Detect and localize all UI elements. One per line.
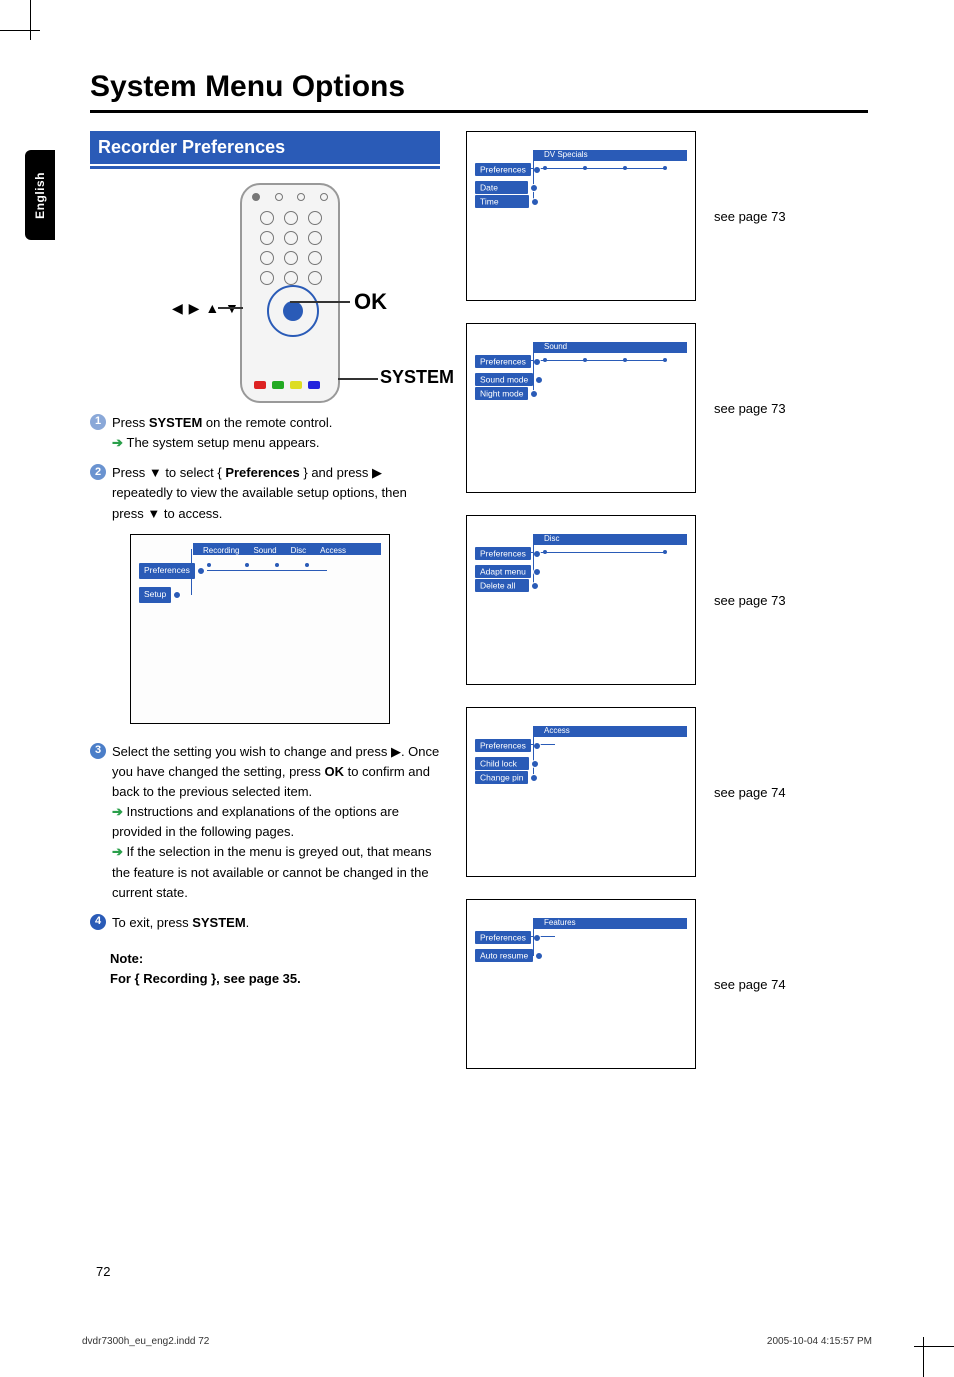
- menu-item: Preferences: [475, 163, 531, 176]
- see-page-ref: see page 73: [714, 401, 786, 416]
- crop-mark: [0, 30, 40, 31]
- page-number: 72: [96, 1264, 110, 1279]
- step-text-bold: OK: [324, 764, 344, 779]
- step-text-bold: SYSTEM: [149, 415, 202, 430]
- menu-tab: Access: [320, 545, 346, 557]
- remote-body: [240, 183, 340, 403]
- menu-item: Preferences: [475, 739, 531, 752]
- step-4: 4 To exit, press SYSTEM.: [90, 913, 440, 933]
- footer: dvdr7300h_eu_eng2.indd 72 2005-10-04 4:1…: [82, 1336, 872, 1347]
- arrow-icon: ➔: [112, 844, 127, 859]
- menu-subitem: Time: [475, 195, 529, 208]
- menu-tab: Access: [541, 726, 573, 735]
- leader-line: [218, 307, 243, 309]
- menu-preview-dvspecials: DV Specials Preferences Date Time: [466, 131, 696, 301]
- arrow-icon: ➔: [112, 435, 127, 450]
- menu-tab: Sound: [253, 545, 276, 557]
- see-page-ref: see page 73: [714, 593, 786, 608]
- step-3: 3 Select the setting you wish to change …: [90, 742, 440, 903]
- menu-item: Setup: [139, 587, 171, 603]
- system-label: SYSTEM: [380, 367, 454, 388]
- leader-line: [338, 378, 378, 380]
- step-text-bold: SYSTEM: [192, 915, 245, 930]
- note-block: Note: For { Recording }, see page 35.: [110, 949, 440, 989]
- menu-subitem: Child lock: [475, 757, 529, 770]
- menu-subitem: Sound mode: [475, 373, 533, 386]
- step-1: 1 Press SYSTEM on the remote control. ➔ …: [90, 413, 440, 453]
- menu-item: Preferences: [139, 563, 195, 579]
- step-sub: The system setup menu appears.: [127, 435, 320, 450]
- menu-preview-sound: Sound Preferences Sound mode Night mode: [466, 323, 696, 493]
- crop-mark: [30, 0, 31, 40]
- step-text: To exit, press: [112, 915, 192, 930]
- menu-item: Preferences: [475, 547, 531, 560]
- menu-item: Preferences: [475, 355, 531, 368]
- note-text: For { Recording }, see page 35.: [110, 969, 440, 989]
- menu-preview-block: Disc Preferences Adapt menu Delete all s…: [466, 515, 868, 685]
- menu-tab: Sound: [541, 342, 570, 351]
- menu-subitem: Date: [475, 181, 528, 194]
- menu-preview-access: Access Preferences Child lock Change pin: [466, 707, 696, 877]
- ok-label: OK: [354, 289, 387, 315]
- dpad-icon: [267, 285, 319, 337]
- menu-preview-block: Features Preferences Auto resume see pag…: [466, 899, 868, 1069]
- note-label: Note:: [110, 949, 440, 969]
- menu-preview-features: Features Preferences Auto resume: [466, 899, 696, 1069]
- arrow-icon: ➔: [112, 804, 127, 819]
- step-badge: 4: [90, 914, 106, 930]
- section-title: Recorder Preferences: [90, 131, 440, 164]
- menu-subitem: Night mode: [475, 387, 528, 400]
- chapter-title: System Menu Options: [90, 70, 868, 104]
- menu-subitem: Auto resume: [475, 949, 533, 962]
- language-tab: English: [25, 150, 55, 240]
- menu-tab: Recording: [203, 545, 239, 557]
- step-text: Press: [112, 415, 149, 430]
- step-text: on the remote control.: [202, 415, 332, 430]
- footer-file: dvdr7300h_eu_eng2.indd 72: [82, 1336, 209, 1347]
- step-text: .: [246, 915, 250, 930]
- menu-item: Preferences: [475, 931, 531, 944]
- crop-mark: [914, 1346, 954, 1347]
- menu-tab: DV Specials: [541, 150, 591, 159]
- chapter-rule: [90, 110, 868, 113]
- language-tab-label: English: [33, 172, 47, 219]
- step-sub: Instructions and explanations of the opt…: [112, 804, 399, 839]
- menu-preview-block: Access Preferences Child lock Change pin…: [466, 707, 868, 877]
- menu-subitem: Delete all: [475, 579, 529, 592]
- menu-tab: Disc: [541, 534, 563, 543]
- menu-tab: Features: [541, 918, 579, 927]
- step-text: Press ▼ to select {: [112, 465, 225, 480]
- menu-preview-disc: Disc Preferences Adapt menu Delete all: [466, 515, 696, 685]
- section-underline: [90, 166, 440, 169]
- menu-tab: Disc: [291, 545, 307, 557]
- see-page-ref: see page 73: [714, 209, 786, 224]
- remote-illustration: ◀ ▶ ▲ ▼ OK SYSTEM: [90, 183, 440, 413]
- step-text-bold: Preferences: [225, 465, 299, 480]
- step-badge: 3: [90, 743, 106, 759]
- step-sub: If the selection in the menu is greyed o…: [112, 844, 431, 899]
- leader-line: [290, 301, 350, 303]
- step-badge: 1: [90, 414, 106, 430]
- menu-preview-block: Sound Preferences Sound mode Night mode …: [466, 323, 868, 493]
- menu-subitem: Adapt menu: [475, 565, 531, 578]
- menu-subitem: Change pin: [475, 771, 528, 784]
- crop-mark: [923, 1337, 924, 1377]
- step-2: 2 Press ▼ to select { Preferences } and …: [90, 463, 440, 523]
- menu-screenshot-main: Recording Sound Disc Access Preferences: [130, 534, 390, 724]
- menu-preview-block: DV Specials Preferences Date Time see pa…: [466, 131, 868, 301]
- step-badge: 2: [90, 464, 106, 480]
- see-page-ref: see page 74: [714, 785, 786, 800]
- see-page-ref: see page 74: [714, 977, 786, 992]
- footer-timestamp: 2005-10-04 4:15:57 PM: [767, 1336, 872, 1347]
